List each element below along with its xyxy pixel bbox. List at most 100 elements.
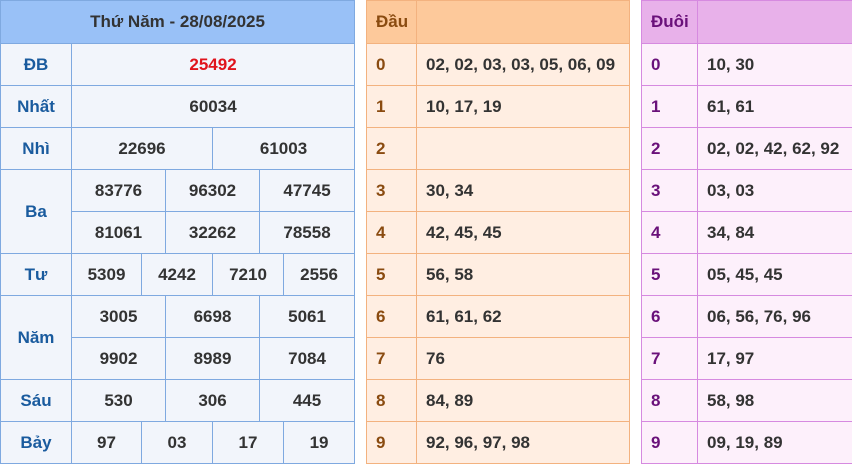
tail-digit: 0 xyxy=(641,43,698,86)
duoi-row: 9 09, 19, 89 xyxy=(641,421,852,464)
duoi-title: Đuôi xyxy=(641,0,698,44)
prize-number: 5061 xyxy=(258,295,356,338)
head-values: 61, 61, 62 xyxy=(416,295,630,338)
prize-number: 4242 xyxy=(141,253,213,296)
tail-digit: 5 xyxy=(641,253,698,296)
tail-digit: 4 xyxy=(641,211,698,254)
prize-label-nam: Năm xyxy=(0,295,72,380)
tail-values: 58, 98 xyxy=(697,379,852,422)
prize-number: 81061 xyxy=(71,211,166,254)
prize-number: 3005 xyxy=(71,295,166,338)
tail-values: 03, 03 xyxy=(697,169,852,212)
dau-row: 4 42, 45, 45 xyxy=(366,211,630,254)
head-digit: 5 xyxy=(366,253,417,296)
prize-number: 17 xyxy=(212,421,284,464)
dau-row: 1 10, 17, 19 xyxy=(366,85,630,128)
duoi-table: Đuôi 0 10, 30 1 61, 61 2 02, 02, 42, 62, 92… xyxy=(641,0,852,464)
prize-row-tu: Tư 5309 4242 7210 2556 xyxy=(0,253,356,296)
prize-number: 19 xyxy=(282,421,356,464)
duoi-row: 3 03, 03 xyxy=(641,169,852,212)
head-values: 92, 96, 97, 98 xyxy=(416,421,630,464)
prize-number: 78558 xyxy=(258,211,356,254)
prize-row-db: ĐB 25492 xyxy=(0,43,356,86)
tail-values: 02, 02, 42, 62, 92 xyxy=(697,127,852,170)
prize-number: 22696 xyxy=(71,127,213,170)
special-prize-number: 25492 xyxy=(70,43,356,86)
prize-label-sau: Sáu xyxy=(0,379,72,422)
prize-number: 6698 xyxy=(165,295,260,338)
head-values: 02, 02, 03, 03, 05, 06, 09 xyxy=(416,43,630,86)
duoi-row: 1 61, 61 xyxy=(641,85,852,128)
head-digit: 1 xyxy=(366,85,417,128)
prize-number: 7210 xyxy=(212,253,284,296)
head-values xyxy=(416,127,630,170)
prize-number: 61003 xyxy=(211,127,356,170)
prize-number: 32262 xyxy=(165,211,260,254)
prize-row-nhat: Nhất 60034 xyxy=(0,85,356,128)
head-digit: 0 xyxy=(366,43,417,86)
dau-row: 5 56, 58 xyxy=(366,253,630,296)
tail-digit: 3 xyxy=(641,169,698,212)
dau-title: Đầu xyxy=(366,0,417,44)
tail-values: 09, 19, 89 xyxy=(697,421,852,464)
results-table: Thứ Năm - 28/08/2025 ĐB 25492 Nhất 60034… xyxy=(0,0,356,464)
duoi-row: 4 34, 84 xyxy=(641,211,852,254)
duoi-header-row: Đuôi xyxy=(641,0,852,44)
prize-number: 306 xyxy=(165,379,260,422)
dau-row: 2 xyxy=(366,127,630,170)
prize-label-bay: Bảy xyxy=(0,421,72,464)
prize-number: 445 xyxy=(258,379,356,422)
prize-number: 9902 xyxy=(71,337,166,380)
head-digit: 8 xyxy=(366,379,417,422)
duoi-header-blank xyxy=(697,0,852,44)
duoi-row: 0 10, 30 xyxy=(641,43,852,86)
prize-number: 03 xyxy=(141,421,213,464)
prize-row-nam: Năm 3005 6698 5061 xyxy=(0,295,356,380)
dau-row: 8 84, 89 xyxy=(366,379,630,422)
head-digit: 2 xyxy=(366,127,417,170)
prize-row-nhi: Nhì 22696 61003 xyxy=(0,127,356,170)
head-values: 84, 89 xyxy=(416,379,630,422)
tail-digit: 9 xyxy=(641,421,698,464)
tail-values: 06, 56, 76, 96 xyxy=(697,295,852,338)
dau-row: 3 30, 34 xyxy=(366,169,630,212)
head-values: 76 xyxy=(416,337,630,380)
tail-digit: 7 xyxy=(641,337,698,380)
tail-digit: 8 xyxy=(641,379,698,422)
tail-values: 05, 45, 45 xyxy=(697,253,852,296)
tail-values: 34, 84 xyxy=(697,211,852,254)
prize-number: 8989 xyxy=(165,337,260,380)
prize-number: 96302 xyxy=(165,169,260,212)
draw-date-title: Thứ Năm - 28/08/2025 xyxy=(0,0,356,44)
dau-row: 6 61, 61, 62 xyxy=(366,295,630,338)
head-values: 42, 45, 45 xyxy=(416,211,630,254)
dau-header-row: Đầu xyxy=(366,0,630,44)
dau-table: Đầu 0 02, 02, 03, 03, 05, 06, 09 1 10, 17,… xyxy=(366,0,630,464)
prize-row-ba: Ba 83776 96302 47745 xyxy=(0,169,356,254)
head-digit: 6 xyxy=(366,295,417,338)
prize-number: 83776 xyxy=(71,169,166,212)
prize-row-bay: Bảy 97 03 17 19 xyxy=(0,421,356,464)
duoi-row: 7 17, 97 xyxy=(641,337,852,380)
prize-number: 97 xyxy=(71,421,142,464)
dau-row: 7 76 xyxy=(366,337,630,380)
prize-number: 5309 xyxy=(71,253,142,296)
head-digit: 4 xyxy=(366,211,417,254)
prize-number: 2556 xyxy=(282,253,356,296)
dau-row: 9 92, 96, 97, 98 xyxy=(366,421,630,464)
duoi-row: 8 58, 98 xyxy=(641,379,852,422)
prize-label-ba: Ba xyxy=(0,169,72,254)
head-digit: 3 xyxy=(366,169,417,212)
prize-row-sau: Sáu 530 306 445 xyxy=(0,379,356,422)
tail-digit: 2 xyxy=(641,127,698,170)
prize-number: 60034 xyxy=(70,85,356,128)
duoi-row: 6 06, 56, 76, 96 xyxy=(641,295,852,338)
tail-values: 10, 30 xyxy=(697,43,852,86)
dau-row: 0 02, 02, 03, 03, 05, 06, 09 xyxy=(366,43,630,86)
head-values: 56, 58 xyxy=(416,253,630,296)
prize-label-nhat: Nhất xyxy=(0,85,72,128)
prize-label-db: ĐB xyxy=(0,43,72,86)
tail-values: 17, 97 xyxy=(697,337,852,380)
prize-label-tu: Tư xyxy=(0,253,72,296)
dau-header-blank xyxy=(416,0,630,44)
